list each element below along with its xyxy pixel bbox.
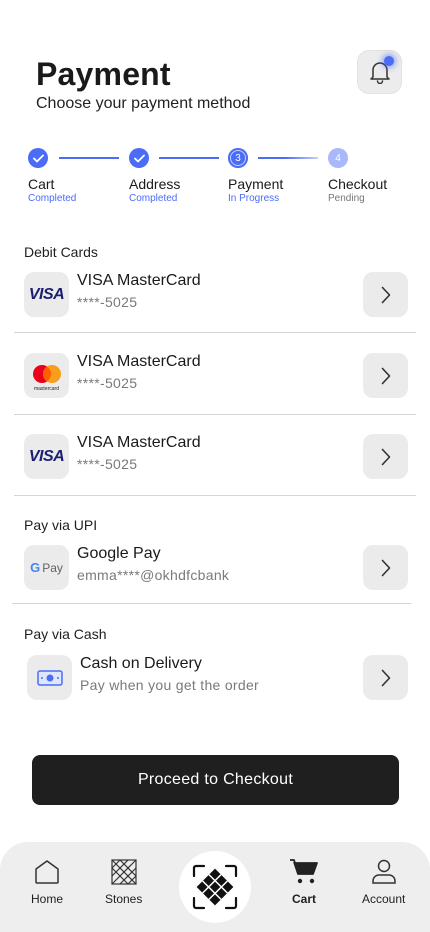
debit-card-row[interactable]: VISA VISA MasterCard ****-5025 [24, 434, 408, 480]
nav-label: Cart [291, 892, 316, 906]
step-status: Completed [28, 193, 77, 204]
gpay-g-icon: G [30, 560, 41, 575]
card-number: ****-5025 [77, 375, 138, 391]
step-checkout: 4 Checkout Pending [328, 148, 387, 204]
page-subtitle: Choose your payment method [36, 95, 251, 112]
step-label: Checkout [328, 176, 388, 192]
nav-item-home[interactable]: Home [31, 858, 63, 906]
chevron-right-icon [381, 669, 390, 686]
select-upi-button[interactable] [363, 545, 408, 590]
card-title: VISA MasterCard [77, 353, 201, 370]
checkout-stepper: Cart Completed Address Completed 3 Payme… [28, 148, 402, 208]
row-divider [12, 603, 411, 604]
card-title: VISA MasterCard [77, 272, 201, 289]
google-pay-logo: G Pay [24, 545, 69, 590]
check-icon [28, 148, 48, 168]
section-label-cash: Pay via Cash [24, 626, 107, 642]
scan-button[interactable] [179, 851, 251, 923]
gpay-brand-text: Pay [42, 560, 63, 575]
chevron-right-icon [381, 367, 390, 384]
mastercard-brand-text: mastercard [33, 386, 59, 392]
nav-label: Account [362, 892, 406, 906]
step-address: Address Completed [129, 148, 180, 204]
nav-item-stones[interactable]: Stones [105, 858, 142, 906]
step-status: In Progress [228, 193, 280, 204]
select-card-button[interactable] [363, 353, 408, 398]
visa-brand-text: VISA [28, 447, 65, 465]
nav-item-account[interactable]: Account [362, 858, 405, 906]
step-label: Payment [228, 176, 284, 192]
section-label-debit: Debit Cards [24, 244, 98, 260]
cart-icon [290, 859, 318, 884]
banknote-icon [36, 669, 63, 686]
account-icon [371, 859, 396, 884]
row-divider [14, 332, 416, 333]
row-divider [14, 495, 416, 496]
select-cash-button[interactable] [363, 655, 408, 700]
upi-id: emma****@okhdfcbank [77, 567, 230, 583]
step-status: Pending [328, 193, 365, 204]
select-card-button[interactable] [363, 272, 408, 317]
card-number: ****-5025 [77, 456, 138, 472]
cash-logo [27, 655, 72, 700]
debit-card-row[interactable]: VISA VISA MasterCard ****-5025 [24, 272, 408, 318]
visa-logo: VISA [24, 272, 69, 317]
visa-logo: VISA [24, 434, 69, 479]
select-card-button[interactable] [363, 434, 408, 479]
chevron-right-icon [381, 286, 390, 303]
proceed-to-checkout-button[interactable]: Proceed to Checkout [32, 755, 399, 805]
visa-brand-text: VISA [28, 285, 65, 303]
upi-title: Google Pay [77, 545, 161, 562]
nav-label: Home [31, 892, 64, 906]
step-status: Completed [129, 193, 178, 204]
nav-label: Stones [105, 892, 143, 906]
page-title: Payment [36, 56, 171, 92]
cash-title: Cash on Delivery [80, 655, 202, 672]
page-header: Payment Choose your payment method [36, 56, 250, 113]
mastercard-logo: mastercard [24, 353, 69, 398]
chevron-right-icon [381, 448, 390, 465]
debit-card-row[interactable]: mastercard VISA MasterCard ****-5025 [24, 353, 408, 399]
upi-row[interactable]: G Pay Google Pay emma****@okhdfcbank [24, 545, 408, 591]
cash-row[interactable]: Cash on Delivery Pay when you get the or… [27, 655, 408, 701]
card-number: ****-5025 [77, 294, 138, 310]
chevron-right-icon [381, 559, 390, 576]
check-icon [129, 148, 149, 168]
step-payment: 3 Payment In Progress [228, 148, 283, 204]
notification-dot [384, 56, 394, 66]
row-divider [14, 414, 416, 415]
cash-subtitle: Pay when you get the order [80, 677, 260, 693]
step-number: 4 [328, 148, 348, 168]
step-label: Cart [28, 176, 55, 192]
step-cart: Cart Completed [28, 148, 76, 204]
stones-icon [111, 859, 137, 885]
notifications-button[interactable] [357, 50, 402, 94]
card-title: VISA MasterCard [77, 434, 201, 451]
step-label: Address [129, 176, 181, 192]
bottom-nav: Home Stones Cart Account [0, 842, 430, 932]
nav-item-cart[interactable]: Cart [289, 858, 319, 906]
step-number: 3 [228, 148, 248, 168]
scan-icon [192, 864, 238, 910]
section-label-upi: Pay via UPI [24, 517, 98, 533]
home-icon [35, 860, 59, 884]
